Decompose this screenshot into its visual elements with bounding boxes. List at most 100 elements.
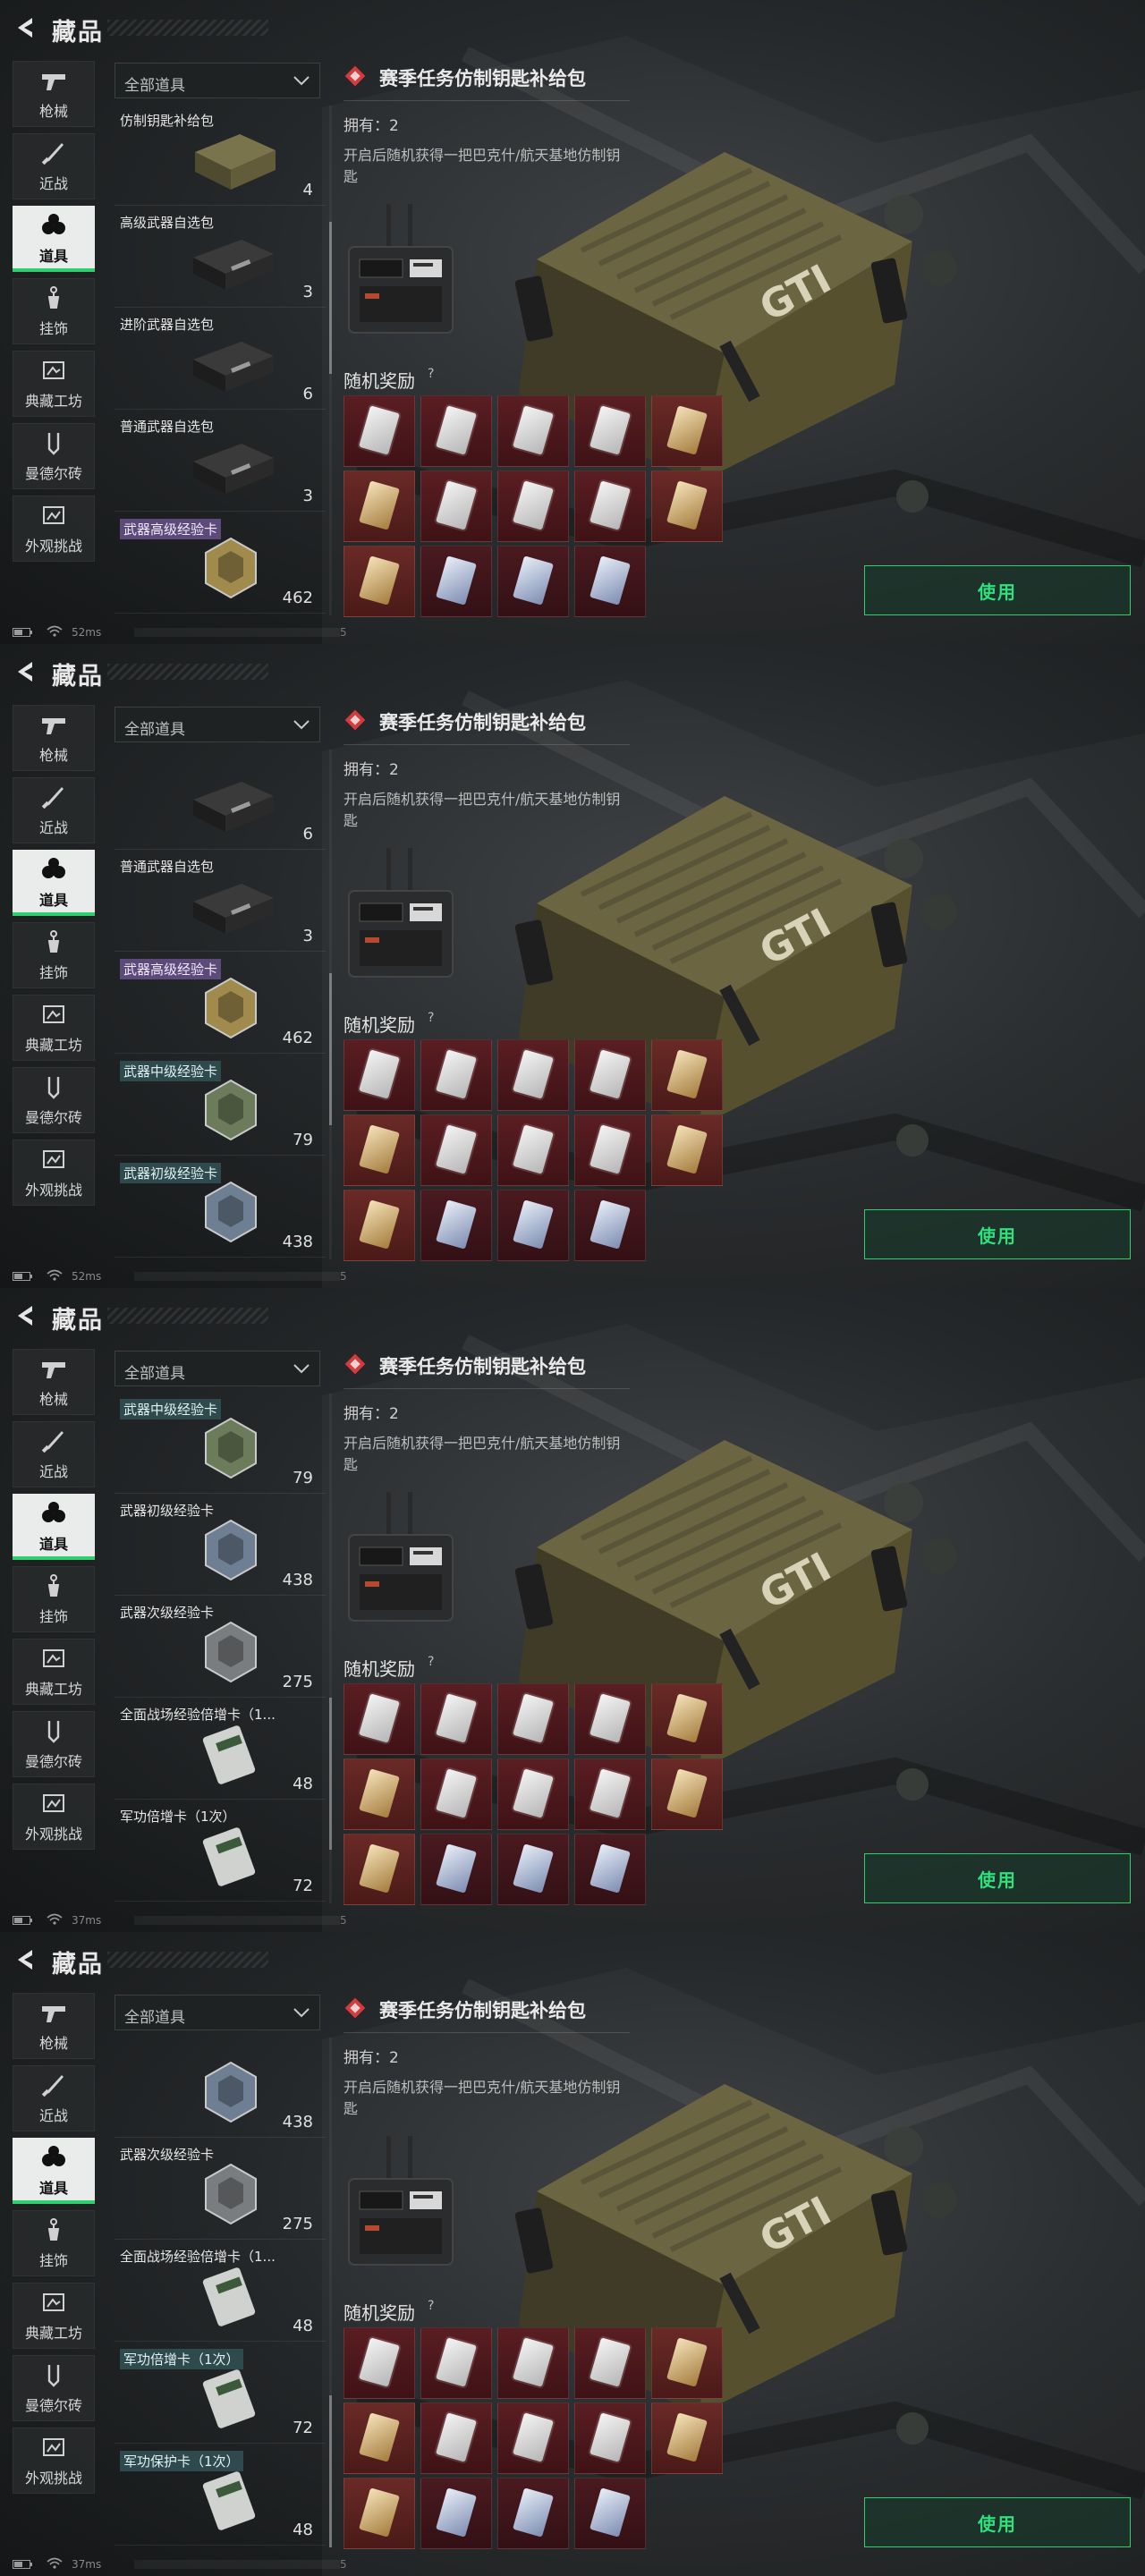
list-scrollbar[interactable] — [329, 106, 332, 615]
sidebar-item-challenge[interactable]: 外观挑战 — [13, 496, 95, 562]
reward-cell[interactable] — [344, 546, 415, 617]
list-scrollbar[interactable] — [329, 1394, 332, 1903]
reward-cell[interactable] — [420, 2478, 492, 2549]
list-item[interactable]: 仿制钥匙补给包 4 — [114, 106, 326, 206]
use-button[interactable]: 使用 — [864, 1853, 1131, 1903]
reward-cell[interactable] — [651, 1039, 723, 1111]
reward-cell[interactable] — [497, 2327, 569, 2399]
reward-cell[interactable] — [344, 395, 415, 467]
reward-cell[interactable] — [497, 1683, 569, 1755]
reward-cell[interactable] — [420, 470, 492, 542]
sidebar-item-workshop[interactable]: 典藏工坊 — [13, 995, 95, 1061]
filter-dropdown[interactable]: 全部道具 — [114, 707, 320, 742]
filter-dropdown[interactable]: 全部道具 — [114, 1995, 320, 2030]
help-question-icon[interactable]: ? — [428, 1011, 434, 1025]
help-question-icon[interactable]: ? — [428, 2299, 434, 2313]
help-question-icon[interactable]: ? — [428, 367, 434, 381]
back-arrow-icon[interactable] — [13, 1946, 39, 1973]
reward-cell[interactable] — [574, 1114, 646, 1186]
sidebar-item-gun[interactable]: 枪械 — [13, 705, 95, 771]
list-item[interactable]: 军功倍增卡（1次） 72 — [114, 2343, 326, 2444]
reward-cell[interactable] — [574, 1190, 646, 1261]
list-scrollbar[interactable] — [329, 2038, 332, 2547]
sidebar-item-charm[interactable]: 挂饰 — [13, 1566, 95, 1632]
sidebar-item-items[interactable]: 道具 — [13, 2138, 95, 2204]
reward-cell[interactable] — [497, 2478, 569, 2549]
sidebar-item-knife[interactable]: 近战 — [13, 777, 95, 843]
reward-cell[interactable] — [344, 1834, 415, 1905]
sidebar-item-items[interactable]: 道具 — [13, 850, 95, 916]
use-button[interactable]: 使用 — [864, 1209, 1131, 1259]
list-item[interactable]: 普通武器自选包 3 — [114, 411, 326, 512]
sidebar-item-brick[interactable]: 曼德尔砖 — [13, 1711, 95, 1777]
reward-cell[interactable] — [574, 395, 646, 467]
help-question-icon[interactable]: ? — [428, 1655, 434, 1669]
reward-cell[interactable] — [420, 546, 492, 617]
reward-cell[interactable] — [420, 1683, 492, 1755]
reward-cell[interactable] — [497, 395, 569, 467]
reward-cell[interactable] — [574, 1834, 646, 1905]
sidebar-item-charm[interactable]: 挂饰 — [13, 2210, 95, 2276]
sidebar-item-challenge[interactable]: 外观挑战 — [13, 1140, 95, 1206]
filter-dropdown[interactable]: 全部道具 — [114, 1351, 320, 1386]
list-scrollbar[interactable] — [329, 750, 332, 1259]
list-item[interactable]: 全面战场经验倍增卡（1... 48 — [114, 1699, 326, 1800]
list-item[interactable]: 武器中级经验卡 79 — [114, 1394, 326, 1494]
reward-cell[interactable] — [651, 1683, 723, 1755]
reward-cell[interactable] — [344, 2478, 415, 2549]
sidebar-item-gun[interactable]: 枪械 — [13, 1993, 95, 2059]
use-button[interactable]: 使用 — [864, 2497, 1131, 2547]
reward-cell[interactable] — [344, 1683, 415, 1755]
reward-cell[interactable] — [574, 1039, 646, 1111]
scroll-thumb[interactable] — [329, 222, 332, 374]
reward-cell[interactable] — [651, 2402, 723, 2474]
reward-cell[interactable] — [420, 1834, 492, 1905]
reward-cell[interactable] — [497, 470, 569, 542]
reward-cell[interactable] — [651, 395, 723, 467]
sidebar-item-items[interactable]: 道具 — [13, 206, 95, 272]
reward-cell[interactable] — [574, 1683, 646, 1755]
reward-cell[interactable] — [420, 1114, 492, 1186]
item-list[interactable]: 武器中级经验卡 79 武器初级经验卡 438 武器次级经验卡 275 全面战场经验倍增卡（1… — [114, 1394, 326, 1903]
sidebar-item-knife[interactable]: 近战 — [13, 1421, 95, 1487]
list-item[interactable]: 高级武器自选包 3 — [114, 208, 326, 308]
sidebar-item-workshop[interactable]: 典藏工坊 — [13, 1639, 95, 1705]
item-list[interactable]: 仿制钥匙补给包 4 高级武器自选包 3 进阶武器自选包 6 普通武器自选包 3 武器高级经验卡 4… — [114, 106, 326, 615]
back-arrow-icon[interactable] — [13, 658, 39, 685]
reward-cell[interactable] — [497, 1114, 569, 1186]
reward-cell[interactable] — [497, 1039, 569, 1111]
reward-cell[interactable] — [497, 546, 569, 617]
reward-cell[interactable] — [420, 1039, 492, 1111]
reward-cell[interactable] — [497, 1190, 569, 1261]
reward-cell[interactable] — [420, 2402, 492, 2474]
sidebar-item-knife[interactable]: 近战 — [13, 133, 95, 199]
list-item[interactable]: 普通武器自选包 3 — [114, 852, 326, 952]
list-item[interactable]: 武器次级经验卡 275 — [114, 2140, 326, 2240]
reward-cell[interactable] — [420, 1758, 492, 1830]
sidebar-item-charm[interactable]: 挂饰 — [13, 922, 95, 988]
reward-cell[interactable] — [344, 1758, 415, 1830]
reward-cell[interactable] — [497, 1834, 569, 1905]
sidebar-item-brick[interactable]: 曼德尔砖 — [13, 1067, 95, 1133]
filter-dropdown[interactable]: 全部道具 — [114, 63, 320, 98]
reward-cell[interactable] — [420, 2327, 492, 2399]
reward-cell[interactable] — [344, 2327, 415, 2399]
reward-cell[interactable] — [344, 2402, 415, 2474]
reward-cell[interactable] — [344, 470, 415, 542]
reward-cell[interactable] — [651, 2327, 723, 2399]
reward-cell[interactable] — [574, 470, 646, 542]
sidebar-item-gun[interactable]: 枪械 — [13, 1349, 95, 1415]
scroll-thumb[interactable] — [329, 1698, 332, 1850]
reward-cell[interactable] — [651, 470, 723, 542]
reward-cell[interactable] — [497, 2402, 569, 2474]
reward-cell[interactable] — [651, 1758, 723, 1830]
list-item[interactable]: 武器初级经验卡 438 — [114, 1157, 326, 1258]
sidebar-item-items[interactable]: 道具 — [13, 1494, 95, 1560]
back-arrow-icon[interactable] — [13, 14, 39, 41]
use-button[interactable]: 使用 — [864, 565, 1131, 615]
sidebar-item-workshop[interactable]: 典藏工坊 — [13, 351, 95, 417]
reward-cell[interactable] — [344, 1190, 415, 1261]
list-item[interactable]: 6 — [114, 750, 326, 850]
sidebar-item-charm[interactable]: 挂饰 — [13, 278, 95, 344]
list-item[interactable]: 武器初级经验卡 438 — [114, 1496, 326, 1596]
